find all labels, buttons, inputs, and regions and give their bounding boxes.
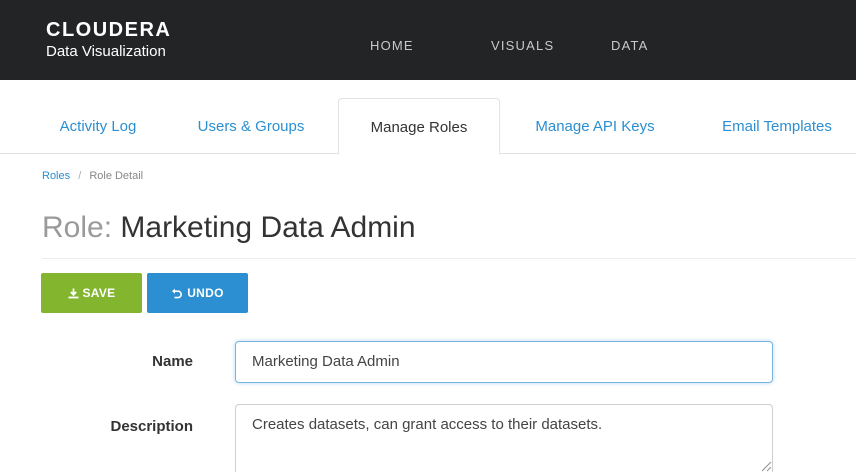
top-navigation-bar: CLOUDERA Data Visualization HOME VISUALS… (0, 0, 856, 80)
tab-manage-roles[interactable]: Manage Roles (338, 98, 500, 155)
tab-users-groups[interactable]: Users & Groups (172, 98, 330, 154)
breadcrumb-roles-link[interactable]: Roles (42, 170, 70, 182)
name-field[interactable]: Marketing Data Admin (235, 341, 773, 383)
name-label: Name (152, 353, 193, 370)
tab-email-templates[interactable]: Email Templates (692, 98, 856, 154)
breadcrumb-separator: / (78, 170, 82, 182)
resize-grip-icon[interactable] (758, 458, 772, 472)
nav-data[interactable]: DATA (611, 38, 649, 53)
undo-button[interactable]: UNDO (147, 273, 248, 313)
save-button[interactable]: SAVE (41, 273, 142, 313)
description-label: Description (110, 418, 193, 435)
description-field[interactable]: Creates datasets, can grant access to th… (235, 404, 773, 472)
admin-tabs: Activity Log Users & Groups Manage Roles… (0, 98, 856, 155)
tab-manage-api-keys[interactable]: Manage API Keys (507, 98, 683, 154)
breadcrumb-current: Role Detail (89, 170, 144, 182)
undo-button-label: UNDO (187, 286, 224, 300)
title-divider (42, 258, 856, 259)
brand-subtitle: Data Visualization (46, 43, 166, 60)
page-title-prefix: Role: (42, 211, 113, 244)
tab-activity-log[interactable]: Activity Log (34, 98, 162, 154)
brand-name: CLOUDERA (46, 19, 172, 41)
breadcrumb: Roles / Role Detail (42, 170, 143, 182)
nav-home[interactable]: HOME (370, 38, 414, 53)
download-icon (68, 288, 78, 298)
undo-icon (172, 288, 183, 298)
brand-logo[interactable]: CLOUDERA Data Visualization (46, 19, 171, 62)
page-title-role-name: Marketing Data Admin (120, 211, 416, 244)
save-button-label: SAVE (82, 286, 116, 300)
nav-visuals[interactable]: VISUALS (491, 38, 554, 53)
page-title: Role: Marketing Data Admin (42, 211, 416, 245)
